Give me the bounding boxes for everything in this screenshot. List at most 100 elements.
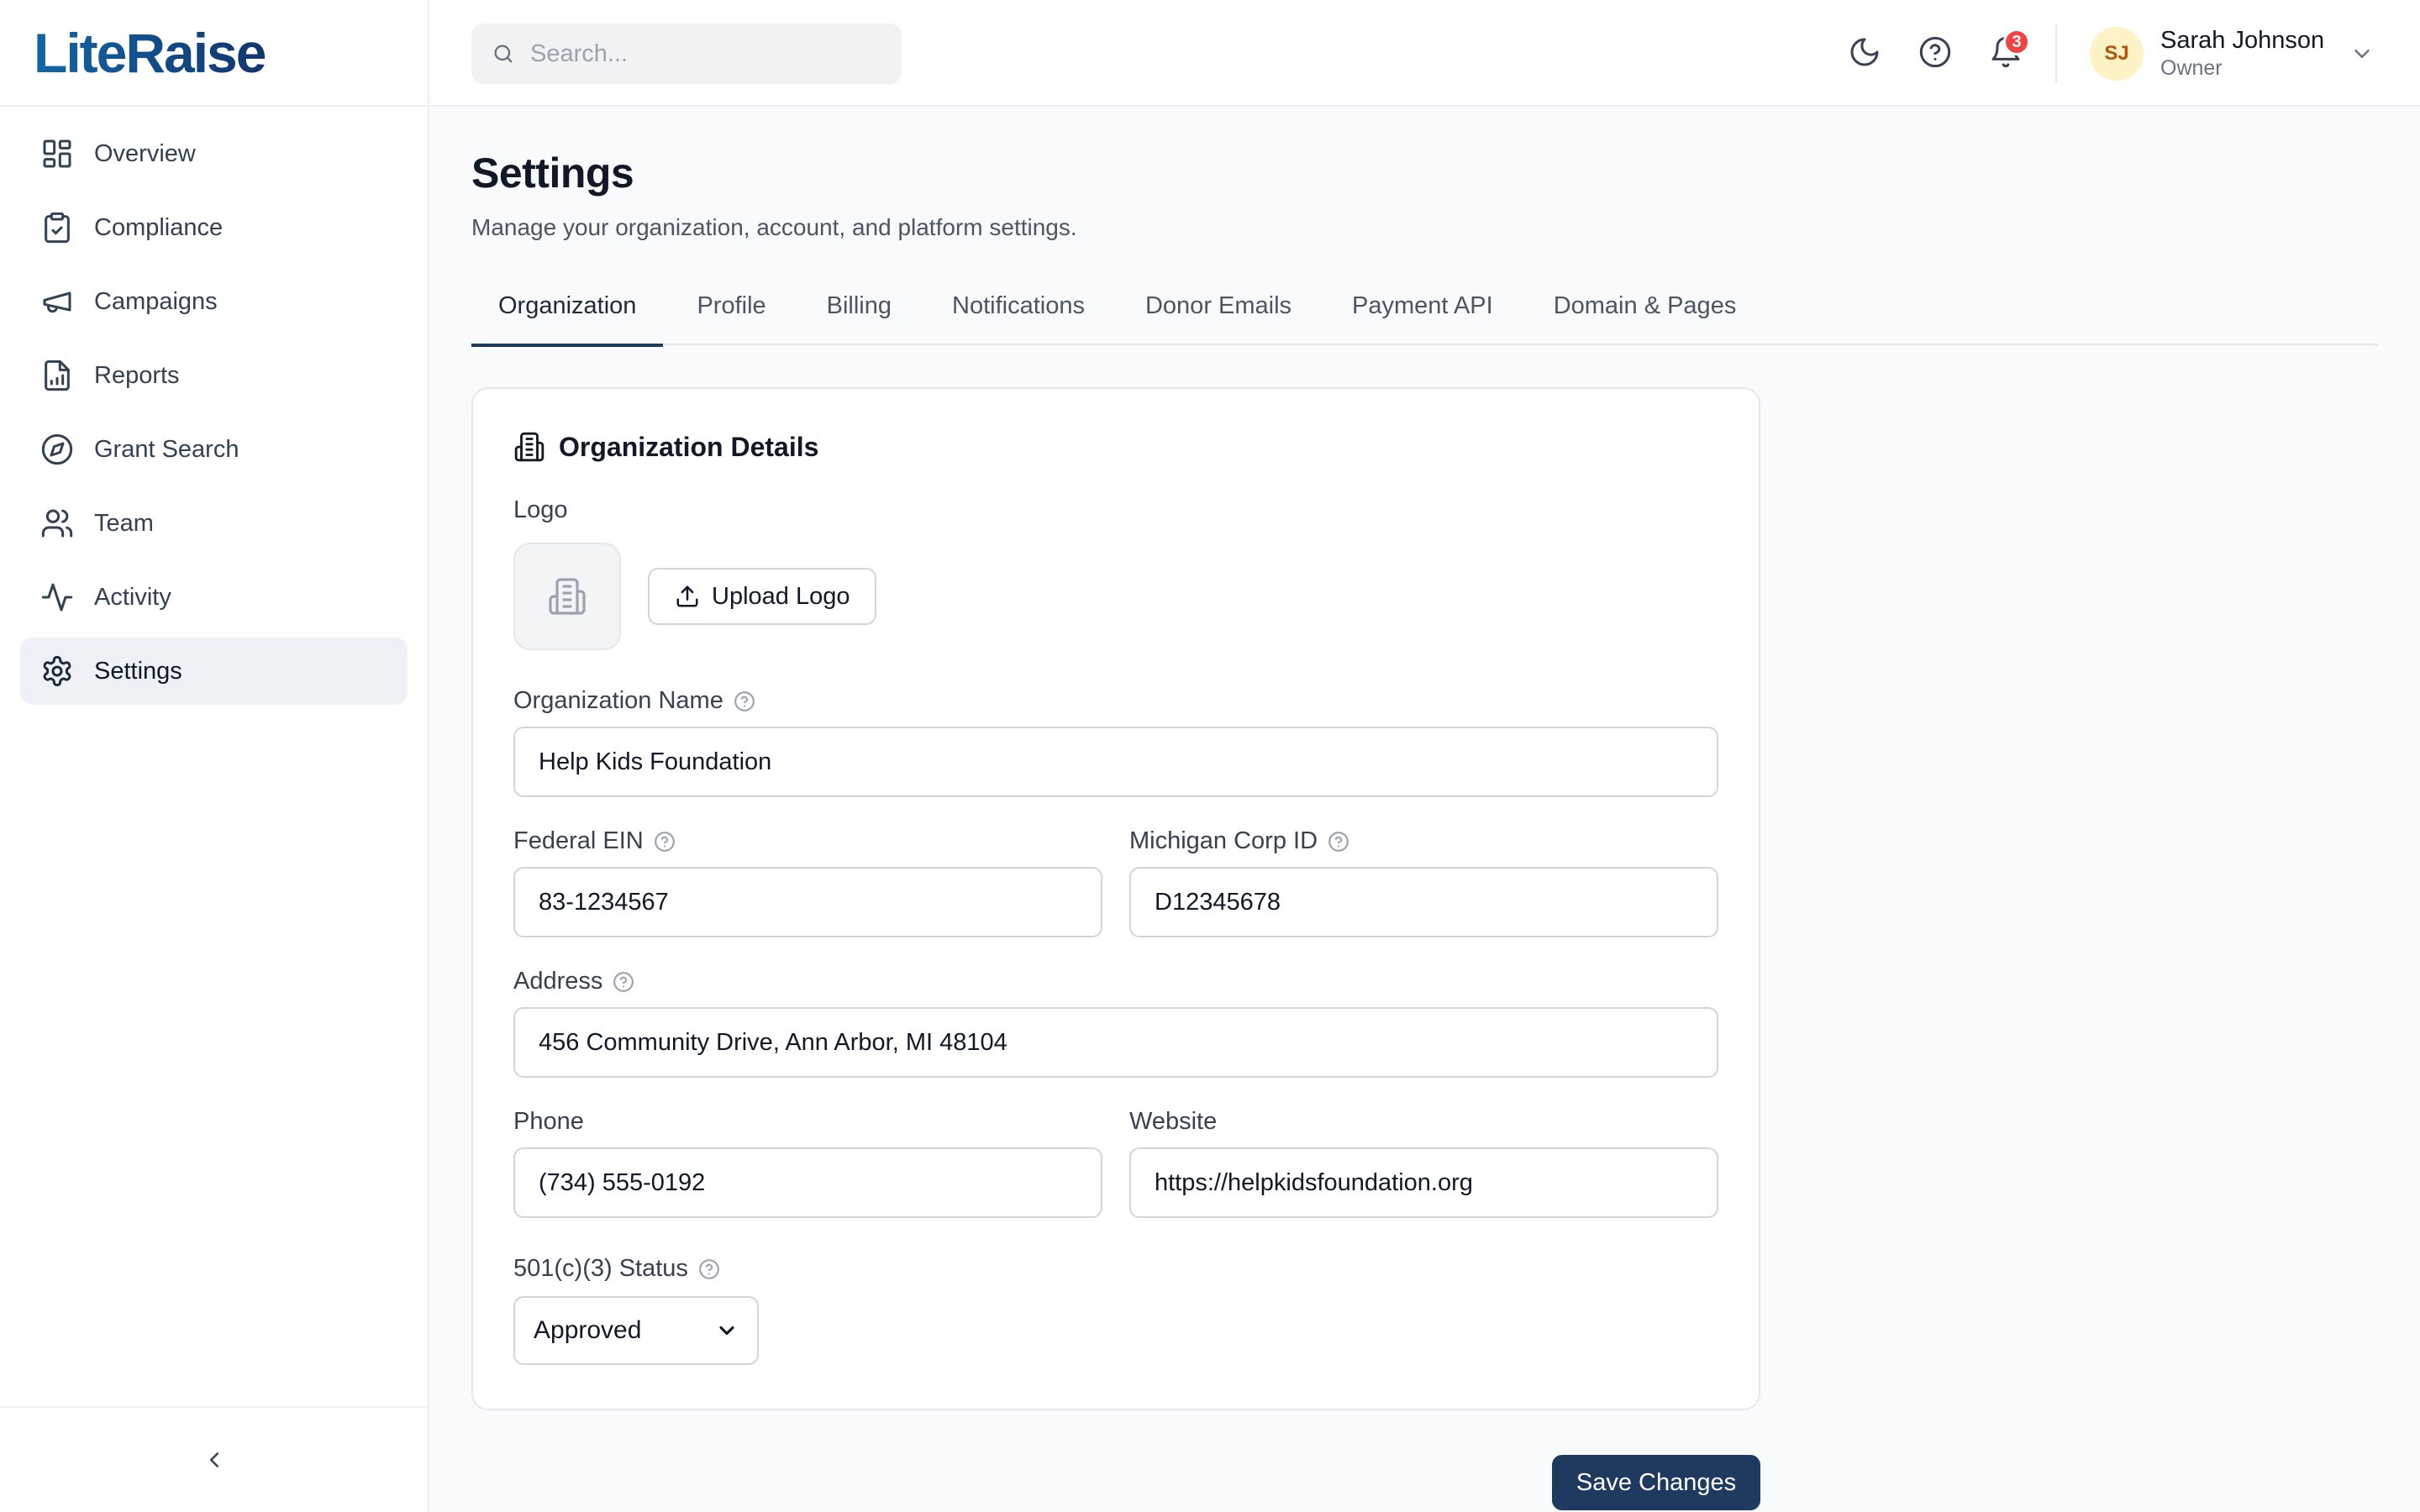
sidebar-item-campaigns[interactable]: Campaigns — [20, 268, 408, 335]
sidebar-item-label: Campaigns — [94, 287, 218, 315]
logo-label-text: Logo — [513, 496, 568, 523]
user-info: Sarah Johnson Owner — [2160, 26, 2324, 81]
sidebar: LiteRaise Overview Compliance Campaigns … — [0, 0, 429, 1512]
logo-row: Upload Logo — [513, 543, 1718, 650]
users-icon — [40, 507, 74, 540]
upload-icon — [675, 584, 712, 609]
help-circle-icon[interactable] — [654, 831, 676, 853]
card-title: Organization Details — [559, 431, 819, 462]
sidebar-item-label: Reports — [94, 361, 180, 389]
address-label-text: Address — [513, 968, 603, 995]
website-label: Website — [1129, 1108, 1718, 1136]
user-name: Sarah Johnson — [2160, 27, 2325, 54]
chevron-down-icon — [2349, 41, 2375, 66]
help-circle-icon[interactable] — [1328, 831, 1349, 853]
phone-group: Phone — [513, 1108, 1102, 1218]
dark-mode-toggle[interactable] — [1848, 35, 1885, 72]
top-bar: 3 SJ Sarah Johnson Owner — [429, 0, 2420, 107]
gear-icon — [40, 654, 74, 688]
sidebar-item-label: Compliance — [94, 213, 224, 241]
file-chart-icon — [40, 359, 74, 392]
status-select[interactable]: Approved — [513, 1296, 759, 1365]
page-subtitle: Manage your organization, account, and p… — [471, 214, 1077, 240]
help-button[interactable] — [1918, 35, 1955, 72]
sidebar-item-team[interactable]: Team — [20, 490, 408, 557]
sidebar-footer — [0, 1406, 428, 1512]
sidebar-item-compliance[interactable]: Compliance — [20, 194, 408, 261]
help-circle-icon — [1918, 35, 1955, 69]
ein-field[interactable] — [513, 867, 1102, 937]
compass-icon — [40, 433, 74, 466]
corp-id-label-text: Michigan Corp ID — [1129, 827, 1318, 854]
phone-label: Phone — [513, 1108, 1102, 1136]
sidebar-item-settings[interactable]: Settings — [20, 638, 408, 705]
website-field[interactable] — [1129, 1147, 1718, 1218]
tab-profile[interactable]: Profile — [670, 285, 792, 345]
address-label: Address — [513, 968, 1718, 995]
brand-logo[interactable]: LiteRaise — [34, 21, 266, 85]
corp-id-group: Michigan Corp ID — [1129, 827, 1718, 937]
org-name-label: Organization Name — [513, 687, 1718, 715]
phone-website-row: Phone Website — [513, 1108, 1718, 1218]
ein-corp-row: Federal EIN Michigan Corp ID — [513, 827, 1718, 937]
upload-logo-label: Upload Logo — [712, 582, 850, 610]
help-circle-icon[interactable] — [613, 971, 634, 993]
divider — [2055, 25, 2057, 82]
logo-placeholder — [513, 543, 621, 650]
help-circle-icon[interactable] — [698, 1258, 720, 1280]
user-menu[interactable]: SJ Sarah Johnson Owner — [2090, 25, 2375, 82]
phone-field[interactable] — [513, 1147, 1102, 1218]
upload-logo-button[interactable]: Upload Logo — [648, 568, 877, 625]
status-label: 501(c)(3) Status — [513, 1255, 1718, 1283]
status-selected-value: Approved — [534, 1316, 642, 1344]
address-field[interactable] — [513, 1007, 1718, 1078]
tab-domain-pages[interactable]: Domain & Pages — [1527, 285, 1764, 345]
corp-id-field[interactable] — [1129, 867, 1718, 937]
sidebar-item-label: Grant Search — [94, 435, 239, 463]
avatar: SJ — [2090, 27, 2144, 81]
sidebar-item-activity[interactable]: Activity — [20, 564, 408, 631]
tab-notifications[interactable]: Notifications — [925, 285, 1112, 345]
collapse-sidebar-button[interactable] — [196, 1441, 233, 1478]
status-label-text: 501(c)(3) Status — [513, 1255, 688, 1282]
tab-billing[interactable]: Billing — [800, 285, 918, 345]
save-button[interactable]: Save Changes — [1552, 1455, 1760, 1510]
sidebar-item-label: Activity — [94, 583, 171, 611]
sidebar-item-reports[interactable]: Reports — [20, 342, 408, 409]
sidebar-item-overview[interactable]: Overview — [20, 120, 408, 187]
website-label-text: Website — [1129, 1108, 1218, 1135]
sidebar-item-label: Settings — [94, 657, 182, 685]
building-icon — [513, 431, 545, 463]
website-group: Website — [1129, 1108, 1718, 1218]
activity-icon — [40, 580, 74, 614]
clipboard-check-icon — [40, 211, 74, 244]
tab-donor-emails[interactable]: Donor Emails — [1118, 285, 1318, 345]
search-box[interactable] — [471, 24, 902, 84]
phone-label-text: Phone — [513, 1108, 584, 1135]
logo-label: Logo — [513, 496, 1718, 524]
notification-badge: 3 — [2003, 29, 2030, 55]
search-input[interactable] — [530, 39, 883, 68]
org-name-label-text: Organization Name — [513, 687, 723, 714]
tab-payment-api[interactable]: Payment API — [1325, 285, 1520, 345]
ein-label-text: Federal EIN — [513, 827, 644, 854]
ein-label: Federal EIN — [513, 827, 1102, 855]
megaphone-icon — [40, 285, 74, 318]
settings-tabs: Organization Profile Billing Notificatio… — [471, 285, 2378, 347]
grid-icon — [40, 137, 74, 171]
sidebar-nav: Overview Compliance Campaigns Reports Gr… — [0, 107, 428, 725]
ein-group: Federal EIN — [513, 827, 1102, 937]
moon-icon — [1848, 35, 1885, 69]
card-header: Organization Details — [513, 431, 1718, 463]
sidebar-item-grant-search[interactable]: Grant Search — [20, 416, 408, 483]
sidebar-item-label: Overview — [94, 139, 196, 167]
search-icon — [492, 42, 515, 66]
tab-organization[interactable]: Organization — [471, 285, 664, 347]
page-title: Settings — [471, 150, 634, 197]
org-name-field[interactable] — [513, 727, 1718, 797]
brand: LiteRaise — [0, 0, 428, 107]
chevron-down-icon — [715, 1319, 739, 1342]
user-role: Owner — [2160, 56, 2223, 80]
main-content: Settings Manage your organization, accou… — [471, 107, 2378, 1410]
help-circle-icon[interactable] — [734, 690, 755, 712]
